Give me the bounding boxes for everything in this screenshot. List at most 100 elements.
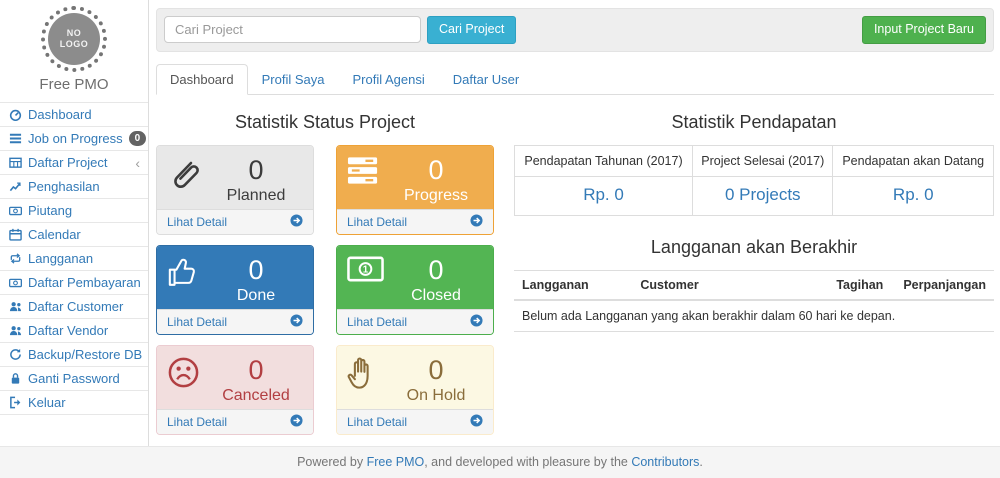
lihat-detail-link[interactable]: Lihat Detail [167, 315, 227, 329]
sidebar-item-penghasilan[interactable]: Penghasilan [0, 175, 148, 199]
card-label: Canceled [209, 386, 303, 405]
income-value: 0 Projects [693, 176, 833, 215]
users-icon [8, 324, 22, 338]
sidebar-item-label: Penghasilan [28, 179, 100, 194]
card-footer: Lihat Detail [337, 209, 493, 234]
sidebar-item-daftar-vendor[interactable]: Daftar Vendor [0, 319, 148, 343]
sidebar-item-label: Daftar Customer [28, 299, 123, 314]
sidebar-item-backup-restore-db[interactable]: Backup/Restore DB [0, 343, 148, 367]
card-body: 0 Progress [337, 146, 493, 209]
card-label: Closed [389, 286, 483, 305]
lihat-detail-link[interactable]: Lihat Detail [167, 215, 227, 229]
card-label: On Hold [389, 386, 483, 405]
svg-text:1: 1 [363, 264, 369, 275]
arrow-circle-right-icon[interactable] [470, 414, 483, 430]
money-bill-icon: 1 [347, 255, 389, 285]
sidebar-item-label: Piutang [28, 203, 72, 218]
count-badge: 0 [129, 131, 147, 146]
sidebar-item-daftar-project[interactable]: Daftar Project ‹ [0, 151, 148, 175]
sidebar: NO LOGO Free PMO Dashboard Job on Progre… [0, 0, 149, 446]
arrow-circle-right-icon[interactable] [290, 414, 303, 430]
column-header: Customer [632, 270, 828, 300]
frown-icon [167, 355, 209, 392]
status-column: Statistik Status Project 0 Planned Lihat… [156, 95, 494, 435]
contributors-link[interactable]: Contributors [631, 455, 699, 469]
arrow-circle-right-icon[interactable] [470, 214, 483, 230]
retweet-icon [8, 252, 22, 266]
tab-profil-agensi[interactable]: Profil Agensi [338, 64, 438, 95]
tab-dashboard[interactable]: Dashboard [156, 64, 248, 95]
money-icon [8, 276, 22, 290]
subscription-section-title: Langganan akan Berakhir [514, 237, 994, 258]
paperclip-icon [167, 155, 209, 195]
hand-paper-icon [347, 355, 389, 393]
arrow-circle-right-icon[interactable] [290, 214, 303, 230]
lihat-detail-link[interactable]: Lihat Detail [347, 215, 407, 229]
free-pmo-link[interactable]: Free PMO [367, 455, 425, 469]
empty-message: Belum ada Langganan yang akan berakhir d… [514, 300, 994, 332]
card-count: 0 [389, 155, 483, 186]
subscription-table: Langganan Customer Tagihan Perpanjangan … [514, 270, 994, 332]
status-card-closed: 1 0 Closed Lihat Detail [336, 245, 494, 335]
users-icon [8, 300, 22, 314]
arrow-circle-right-icon[interactable] [290, 314, 303, 330]
sidebar-item-keluar[interactable]: Keluar [0, 391, 148, 415]
income-table: Pendapatan Tahunan (2017) Project Selesa… [514, 145, 994, 216]
money-icon [8, 204, 22, 218]
lihat-detail-link[interactable]: Lihat Detail [347, 315, 407, 329]
card-body: 0 Done [157, 246, 313, 309]
status-section-title: Statistik Status Project [156, 112, 494, 133]
income-label: Project Selesai (2017) [693, 145, 833, 176]
column-header: Langganan [514, 270, 632, 300]
sidebar-item-piutang[interactable]: Piutang [0, 199, 148, 223]
arrow-circle-right-icon[interactable] [470, 314, 483, 330]
brand-name: Free PMO [0, 76, 148, 93]
sidebar-item-label: Daftar Project [28, 155, 107, 170]
status-card-done: 0 Done Lihat Detail [156, 245, 314, 335]
search-input[interactable] [164, 16, 421, 43]
sidebar-item-job-on-progress[interactable]: Job on Progress 0 [0, 127, 148, 151]
card-body: 0 Canceled [157, 346, 313, 409]
tasks-icon [8, 132, 22, 146]
search-button[interactable]: Cari Project [427, 16, 516, 44]
status-card-on-hold: 0 On Hold Lihat Detail [336, 345, 494, 435]
lihat-detail-link[interactable]: Lihat Detail [167, 415, 227, 429]
new-project-button[interactable]: Input Project Baru [862, 16, 986, 44]
page-footer: Powered by Free PMO, and developed with … [0, 446, 1000, 478]
card-label: Done [209, 286, 303, 305]
sidebar-item-calendar[interactable]: Calendar [0, 223, 148, 247]
lihat-detail-link[interactable]: Lihat Detail [347, 415, 407, 429]
dashboard-content: Statistik Status Project 0 Planned Lihat… [150, 95, 1000, 435]
income-value: Rp. 0 [833, 176, 994, 215]
card-footer: Lihat Detail [157, 209, 313, 234]
table-icon [8, 156, 22, 170]
sidebar-item-label: Calendar [28, 227, 81, 242]
sidebar-item-ganti-password[interactable]: Ganti Password [0, 367, 148, 391]
status-card-planned: 0 Planned Lihat Detail [156, 145, 314, 235]
income-value: Rp. 0 [515, 176, 693, 215]
sign-out-icon [8, 396, 22, 410]
tachometer-icon [8, 108, 22, 122]
income-label: Pendapatan Tahunan (2017) [515, 145, 693, 176]
card-count: 0 [209, 255, 303, 286]
card-body: 1 0 Closed [337, 246, 493, 309]
sidebar-item-label: Ganti Password [28, 371, 120, 386]
income-section-title: Statistik Pendapatan [514, 112, 994, 133]
sidebar-item-langganan[interactable]: Langganan [0, 247, 148, 271]
card-body: 0 On Hold [337, 346, 493, 409]
tab-daftar-user[interactable]: Daftar User [439, 64, 533, 95]
lock-icon [8, 372, 22, 386]
sidebar-item-label: Langganan [28, 251, 93, 266]
card-body: 0 Planned [157, 146, 313, 209]
tab-profil-saya[interactable]: Profil Saya [248, 64, 339, 95]
sidebar-item-daftar-pembayaran[interactable]: Daftar Pembayaran [0, 271, 148, 295]
card-count: 0 [389, 255, 483, 286]
footer-text: . [699, 455, 702, 469]
sidebar-item-label: Daftar Vendor [28, 323, 108, 338]
refresh-icon [8, 348, 22, 362]
sidebar-item-dashboard[interactable]: Dashboard [0, 103, 148, 127]
chevron-left-icon: ‹ [135, 158, 140, 168]
sidebar-item-label: Daftar Pembayaran [28, 275, 141, 290]
sidebar-item-daftar-customer[interactable]: Daftar Customer [0, 295, 148, 319]
project-search-bar: Cari Project Input Project Baru [156, 8, 994, 52]
